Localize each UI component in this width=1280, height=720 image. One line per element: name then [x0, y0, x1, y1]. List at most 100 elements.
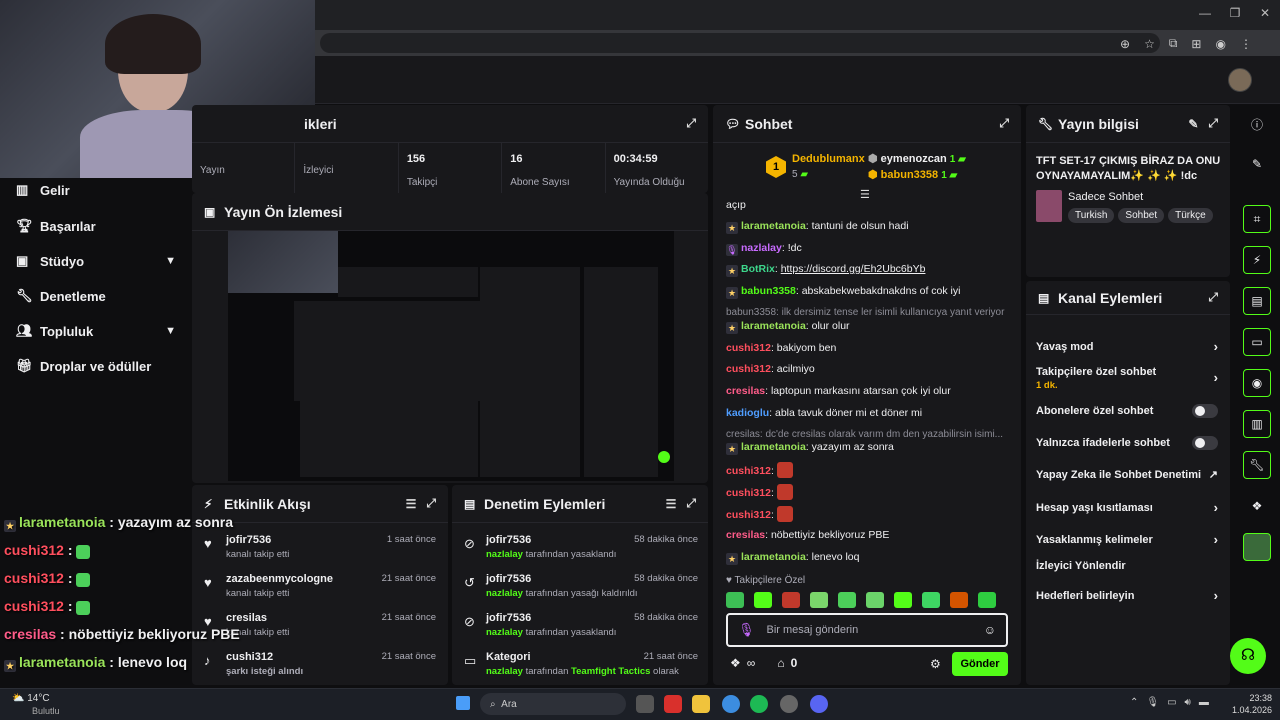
action-account-age[interactable]: Hesap yaşı kısıtlaması › — [1036, 500, 1218, 515]
sidebar-item-basarilar[interactable]: 🏆︎ Başarılar — [16, 218, 176, 234]
category-icon[interactable] — [1243, 533, 1271, 561]
emote-icon[interactable] — [950, 592, 968, 608]
tag[interactable]: Turkish — [1068, 208, 1115, 223]
chat-username[interactable]: cushi312 — [726, 363, 771, 375]
info-icon[interactable]: ⓘ — [1243, 110, 1271, 138]
edit-icon[interactable]: ✎ — [1188, 117, 1198, 131]
chat-username[interactable]: larametanoia — [741, 320, 806, 332]
chat-username[interactable]: larametanoia — [741, 220, 806, 232]
expand-icon[interactable]: ⤢ — [1208, 116, 1218, 131]
emote-icon[interactable] — [894, 592, 912, 608]
clock[interactable]: 23:38 1.04.2026 — [1224, 692, 1272, 716]
support-icon[interactable]: ☊ — [1230, 638, 1266, 674]
toggle[interactable] — [1192, 436, 1218, 450]
filter-icon[interactable]: ☰ — [666, 497, 677, 511]
microphone-icon[interactable]: 🎙︎ — [738, 622, 755, 638]
clip-icon[interactable]: ⌗ — [1243, 205, 1271, 233]
lightning-icon[interactable]: ⚡︎ — [1243, 246, 1271, 274]
infinity-icon[interactable]: ∞ — [747, 656, 756, 670]
app-icon[interactable] — [780, 695, 798, 713]
toggle[interactable] — [1192, 404, 1218, 418]
broadcast-icon[interactable]: ◉ — [1243, 369, 1271, 397]
chat-username[interactable]: babun3358 — [741, 285, 796, 297]
microphone-icon[interactable]: 🎙︎ — [1146, 697, 1159, 708]
emote-icon[interactable] — [838, 592, 856, 608]
chevron-up-icon[interactable]: ⌃ — [1130, 697, 1138, 708]
chat-username[interactable]: larametanoia — [741, 551, 806, 563]
action-banned-words[interactable]: Yasaklanmış kelimeler › — [1036, 532, 1218, 547]
emote-icon[interactable] — [754, 592, 772, 608]
extension-icon[interactable]: ⧉ — [1169, 36, 1178, 51]
expand-icon[interactable]: ⤢ — [1208, 290, 1218, 305]
store-icon[interactable]: ⌂ — [777, 656, 784, 670]
tag[interactable]: Sohbet — [1118, 208, 1165, 223]
chrome-icon[interactable] — [722, 695, 740, 713]
emote-icon[interactable] — [810, 592, 828, 608]
emote-icon[interactable] — [782, 592, 800, 608]
file-explorer-icon[interactable] — [692, 695, 710, 713]
chat-username[interactable]: cresilas — [726, 529, 765, 541]
emote-icon[interactable] — [726, 592, 744, 608]
avatar[interactable] — [1228, 68, 1252, 92]
chat-username[interactable]: cushi312 — [726, 509, 771, 521]
chat-username[interactable]: cushi312 — [726, 465, 771, 477]
preview-video[interactable] — [228, 231, 674, 481]
action-subscribers-only[interactable]: Abonelere özel sohbet — [1036, 404, 1218, 418]
leader-2[interactable]: ⬢ eymenozcan 1 ▰ — [868, 152, 966, 165]
volume-icon[interactable]: 🔊︎ — [1185, 697, 1191, 708]
chat-input[interactable]: 🎙︎ Bir mesaj gönderin ☺ — [726, 613, 1008, 647]
action-raid[interactable]: İzleyici Yönlendir — [1036, 560, 1218, 572]
network-icon[interactable]: ▭ — [1167, 697, 1176, 708]
menu-dots-icon[interactable]: ⋮ — [1240, 37, 1252, 51]
sidebar-item-studyo[interactable]: ▣ Stüdyo ▼ — [16, 253, 176, 269]
document-icon[interactable]: ▤ — [1243, 287, 1271, 315]
chat-bubble-icon[interactable]: ▭ — [1243, 328, 1271, 356]
leader-3[interactable]: ⬢ babun3358 1 ▰ — [868, 168, 957, 181]
puzzle-icon[interactable]: ⊞ — [1191, 37, 1201, 51]
gift-icon[interactable]: ❖ — [730, 656, 741, 670]
chat-link[interactable]: https://discord.gg/Eh2Ubc6bYb — [781, 263, 926, 275]
start-icon[interactable] — [456, 696, 470, 710]
chat-settings-icon[interactable]: ⚙ — [930, 657, 941, 671]
chat-username[interactable]: nazlalay — [741, 242, 782, 254]
taskbar-search[interactable]: ⌕ Ara — [480, 693, 626, 715]
chat-username[interactable]: cushi312 — [726, 487, 771, 499]
weather-widget[interactable]: ⛅ 14°C — [12, 693, 50, 704]
bookmark-star-icon[interactable]: ☆ — [1144, 37, 1155, 51]
emote-icon[interactable] — [866, 592, 884, 608]
sidebar-item-denetleme[interactable]: 🔧︎ Denetleme — [16, 288, 176, 304]
sidebar-item-topluluk[interactable]: 👥︎ Topluluk ▼ — [16, 323, 176, 339]
address-bar[interactable] — [320, 33, 1160, 53]
task-view-icon[interactable] — [636, 695, 654, 713]
chat-username[interactable]: cushi312 — [726, 342, 771, 354]
chat-username[interactable]: cresilas — [726, 385, 765, 397]
profile-icon[interactable]: ◉ — [1215, 37, 1225, 51]
emoji-icon[interactable]: ☺ — [984, 623, 996, 637]
expand-icon[interactable]: ⤢ — [686, 496, 696, 511]
zoom-icon[interactable]: ⊕ — [1120, 37, 1130, 51]
emote-icon[interactable] — [922, 592, 940, 608]
wrench-icon[interactable]: 🔧︎ — [1243, 451, 1271, 479]
action-emote-only[interactable]: Yalnızca ifadelerle sohbet — [1036, 436, 1218, 450]
chat-username[interactable]: larametanoia — [741, 441, 806, 453]
filter-icon[interactable]: ☰ — [406, 497, 417, 511]
sidebar-item-droplar[interactable]: 🎁︎ Droplar ve ödüller — [16, 358, 176, 374]
discord-icon[interactable] — [810, 695, 828, 713]
expand-icon[interactable]: ⤢ — [686, 116, 696, 131]
leader-name[interactable]: Dedublumanx — [792, 153, 865, 165]
send-button[interactable]: Gönder — [952, 652, 1008, 676]
spotify-icon[interactable] — [750, 695, 768, 713]
sidebar-item-gelir[interactable]: ▥ Gelir — [16, 182, 176, 198]
category-name[interactable]: Sadece Sohbet — [1068, 191, 1143, 203]
close-window-button[interactable]: ✕ — [1250, 6, 1280, 20]
minimize-button[interactable]: — — [1190, 6, 1220, 20]
expand-icon[interactable]: ⤢ — [426, 496, 436, 511]
share-icon[interactable]: ❖ — [1243, 492, 1271, 520]
action-slow-mode[interactable]: Yavaş mod › — [1036, 339, 1218, 354]
action-ai-moderation[interactable]: Yapay Zeka ile Sohbet Denetimi ↗ — [1036, 468, 1218, 482]
maximize-button[interactable]: ❐ — [1220, 6, 1250, 20]
expand-icon[interactable]: ⤢ — [999, 116, 1009, 131]
pencil-icon[interactable]: ✎ — [1243, 150, 1271, 178]
app-icon[interactable] — [664, 695, 682, 713]
emote-icon[interactable] — [978, 592, 996, 608]
